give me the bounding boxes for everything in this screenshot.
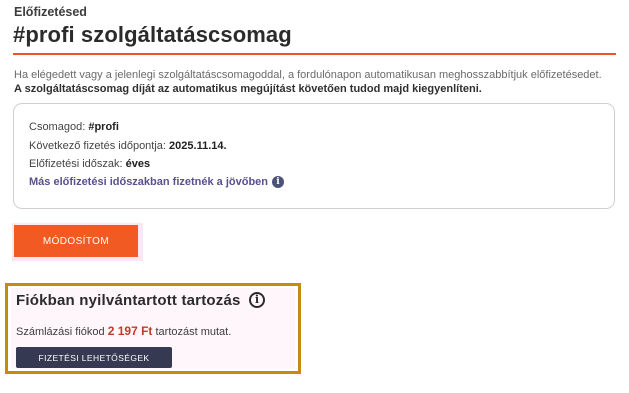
intro-strong-paragraph: A szolgáltatáscsomag díját az automatiku… <box>14 83 482 95</box>
next-payment-row: Következő fizetés időpontja: 2025.11.14. <box>29 140 227 152</box>
account-debt-panel: Fiókban nyilvántartott tartozás i Számlá… <box>5 283 301 374</box>
subscription-details-card: Csomagod: #profi Következő fizetés időpo… <box>13 103 615 209</box>
next-payment-label: Következő fizetés időpontja: <box>29 140 166 152</box>
debt-title: Fiókban nyilvántartott tartozás <box>16 292 241 309</box>
next-payment-value: 2025.11.14. <box>169 140 227 152</box>
debt-amount: 2 197 Ft <box>107 324 153 338</box>
period-row: Előfizetési időszak: éves <box>29 158 150 170</box>
debt-text-before: Számlázási fiókod <box>16 326 105 338</box>
account-debt-content: Fiókban nyilvántartott tartozás i Számlá… <box>11 288 295 369</box>
intro-text: Ha elégedett vagy a jelenlegi szolgáltat… <box>14 68 614 96</box>
other-period-link[interactable]: Más előfizetési időszakban fizetnék a jö… <box>29 176 285 188</box>
package-row: Csomagod: #profi <box>29 121 119 133</box>
debt-text-after: tartozást mutat. <box>155 326 232 338</box>
payment-options-button[interactable]: FIZETÉSI LEHETŐSÉGEK <box>16 347 172 368</box>
info-circle-icon[interactable]: i <box>249 292 265 308</box>
info-icon[interactable]: i <box>272 176 285 188</box>
package-value: #profi <box>88 121 119 133</box>
package-label: Csomagod: <box>29 121 86 133</box>
title-divider <box>13 53 616 55</box>
page-title: #profi szolgáltatáscsomag <box>13 22 292 47</box>
modify-button-highlight: MÓDOSÍTOM <box>12 223 143 261</box>
other-period-link-text[interactable]: Más előfizetési időszakban fizetnék a jö… <box>29 176 268 188</box>
modify-button[interactable]: MÓDOSÍTOM <box>14 225 138 257</box>
period-value: éves <box>125 158 151 170</box>
debt-message: Számlázási fiókod 2 197 Ft tartozást mut… <box>16 324 231 338</box>
intro-paragraph: Ha elégedett vagy a jelenlegi szolgáltat… <box>14 69 602 81</box>
period-label: Előfizetési időszak: <box>29 158 123 170</box>
section-eyebrow: Előfizetésed <box>14 5 87 19</box>
